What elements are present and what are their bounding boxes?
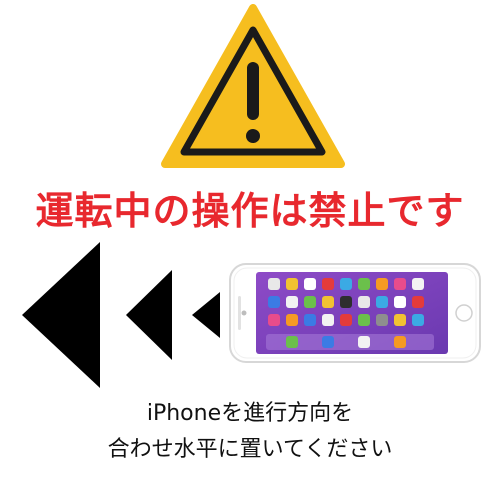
- rewind-arrows-icon: [22, 242, 220, 388]
- smartphone-landscape-icon: [229, 263, 481, 363]
- instruction-line-2: 合わせ水平に置いてください: [107, 437, 393, 462]
- warning-triangle-icon: [161, 4, 345, 168]
- arrow-medium: [126, 270, 172, 360]
- instructions: iPhoneを進行方向を 合わせ水平に置いてください: [0, 396, 500, 468]
- instruction-line-1: iPhoneを進行方向を: [146, 401, 354, 426]
- warning-headline: 運転中の操作は禁止です: [35, 189, 465, 233]
- arrow-large: [22, 242, 100, 388]
- phone-camera: [241, 310, 247, 316]
- arrow-small: [192, 292, 220, 338]
- home-button: [455, 304, 473, 322]
